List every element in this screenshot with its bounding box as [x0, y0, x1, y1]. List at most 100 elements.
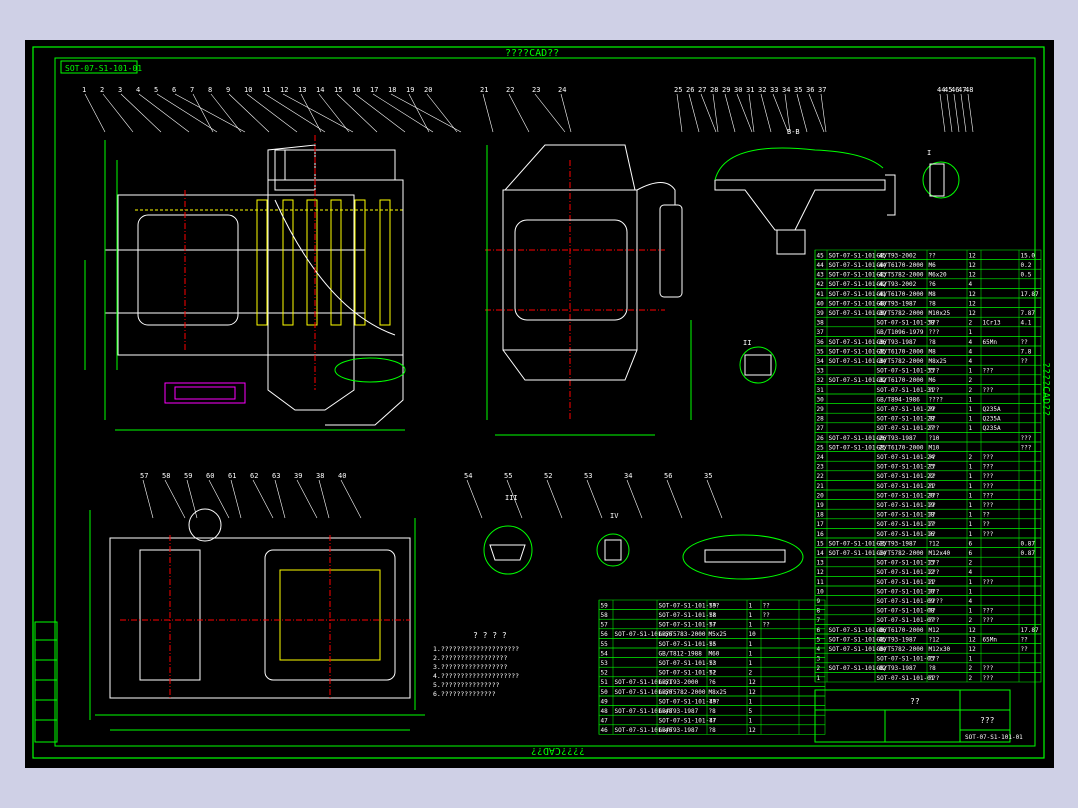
- table-cell: 1: [969, 531, 973, 538]
- table-cell: GB/T93-1987: [659, 727, 699, 734]
- table-cell: M6: [929, 262, 937, 269]
- table-cell: 2: [969, 560, 973, 567]
- table-cell: SOT-07-S1-101-29: [877, 406, 935, 413]
- table-cell: Q235A: [983, 406, 1001, 413]
- table-cell: 2: [969, 320, 973, 327]
- table-cell: ??: [983, 512, 991, 519]
- callout-label: 13: [298, 86, 306, 94]
- table-cell: 17: [817, 521, 825, 528]
- table-cell: ???: [709, 602, 720, 609]
- note-line: 3.?????????????????: [433, 663, 507, 671]
- table-cell: SOT-07-S1-101-21: [877, 483, 935, 490]
- callouts-small: 54 55 52 53 34 56 35: [464, 472, 723, 519]
- table-cell: 44: [817, 262, 825, 269]
- callout-label: 37: [818, 86, 826, 94]
- table-cell: 39: [817, 310, 825, 317]
- table-cell: ???: [983, 665, 994, 672]
- table-cell: 49: [601, 698, 609, 705]
- callout-label: 38: [316, 472, 324, 480]
- table-cell: SOT-07-S1-101-38: [877, 320, 935, 327]
- callout-label: 28: [710, 86, 718, 94]
- table-cell: ?12: [929, 540, 940, 547]
- table-cell: 17.87: [1021, 627, 1039, 634]
- table-cell: ????: [929, 396, 944, 403]
- table-cell: SOT-07-S1-101-33: [877, 368, 935, 375]
- table-cell: 14: [817, 550, 825, 557]
- callout-leader: [354, 93, 406, 133]
- callout-leader: [946, 93, 953, 133]
- table-cell: 7: [817, 617, 821, 624]
- table-cell: ?8: [929, 339, 937, 346]
- callout-label: 8: [208, 86, 212, 94]
- table-cell: ??: [929, 252, 937, 259]
- table-cell: 65Mn: [983, 636, 998, 643]
- table-cell: 1: [749, 641, 753, 648]
- callout-leader: [102, 93, 134, 133]
- table-cell: 2: [969, 387, 973, 394]
- table-cell: ?6: [709, 679, 717, 686]
- table-cell: ??: [763, 622, 771, 629]
- table-cell: 42: [817, 281, 825, 288]
- table-cell: 1: [749, 622, 753, 629]
- table-cell: ??: [709, 622, 717, 629]
- table-cell: 1: [969, 579, 973, 586]
- table-cell: ???: [983, 368, 994, 375]
- callout-label: 14: [316, 86, 324, 94]
- table-cell: 12: [749, 679, 757, 686]
- callout-label: 16: [352, 86, 360, 94]
- table-cell: 12: [969, 627, 977, 634]
- top-title: ????CAD??: [505, 48, 559, 59]
- callout-label: 57: [140, 472, 148, 480]
- table-cell: ???: [983, 675, 994, 682]
- note-line: 6.??????????????: [433, 690, 496, 698]
- table-cell: 7.87: [1021, 310, 1036, 317]
- table-cell: 1: [749, 602, 753, 609]
- table-cell: ???: [929, 617, 940, 624]
- table-cell: ?8: [929, 300, 937, 307]
- table-cell: ???: [929, 588, 940, 595]
- callout-label: 30: [734, 86, 742, 94]
- table-cell: 1: [969, 416, 973, 423]
- table-cell: 18: [817, 512, 825, 519]
- table-cell: ???: [929, 425, 940, 432]
- table-cell: 36: [817, 339, 825, 346]
- callout-label: 29: [722, 86, 730, 94]
- table-cell: 37: [817, 329, 825, 336]
- table-cell: ???: [929, 656, 940, 663]
- callout-label: 34: [782, 86, 790, 94]
- table-cell: ???: [929, 560, 940, 567]
- callout-leader: [960, 93, 967, 133]
- callout-leader: [967, 93, 974, 133]
- table-cell: GB/T5782-2000: [877, 272, 924, 279]
- table-cell: SOT-07-S1-101-07: [877, 617, 935, 624]
- table-cell: SOT-07-S1-101-18: [877, 512, 935, 519]
- table-cell: 54: [601, 650, 609, 657]
- table-cell: SOT-07-S1-101-20: [877, 492, 935, 499]
- callout-label: 31: [746, 86, 754, 94]
- table-cell: 46: [601, 727, 609, 734]
- table-cell: GB/T6170-2000: [877, 627, 924, 634]
- table-cell: 55: [601, 641, 609, 648]
- callout-label: 60: [206, 472, 214, 480]
- table-cell: ???: [929, 368, 940, 375]
- table-cell: 4: [969, 281, 973, 288]
- callout-leader: [156, 93, 218, 133]
- callouts-top: 1 2 3 4 5 6 7 8 9 10 11 12 13 14 15 16 17 18 19 20: [82, 86, 462, 133]
- table-cell: GB/T6170-2000: [877, 444, 924, 451]
- parts-list-table: 45 SOT-07-S1-101-45GB/T93-2002?? 12 15.044 S…: [814, 249, 1042, 683]
- table-cell: ??: [929, 531, 937, 538]
- table-cell: 1: [817, 675, 821, 682]
- callout-label: 56: [664, 472, 672, 480]
- table-cell: GB/T1096-1979: [877, 329, 924, 336]
- note-line: 4.????????????????????: [433, 672, 519, 680]
- table-cell: 1: [749, 698, 753, 705]
- table-cell: ??: [929, 521, 937, 528]
- callout-label: 24: [558, 86, 566, 94]
- table-cell: 12: [749, 727, 757, 734]
- table-cell: ?10: [929, 435, 940, 442]
- view-label: B-B: [787, 128, 800, 136]
- table-cell: 0.5: [1021, 272, 1032, 279]
- table-cell: M6x20: [929, 272, 947, 279]
- table-cell: ?12: [929, 636, 940, 643]
- table-cell: M6: [929, 377, 937, 384]
